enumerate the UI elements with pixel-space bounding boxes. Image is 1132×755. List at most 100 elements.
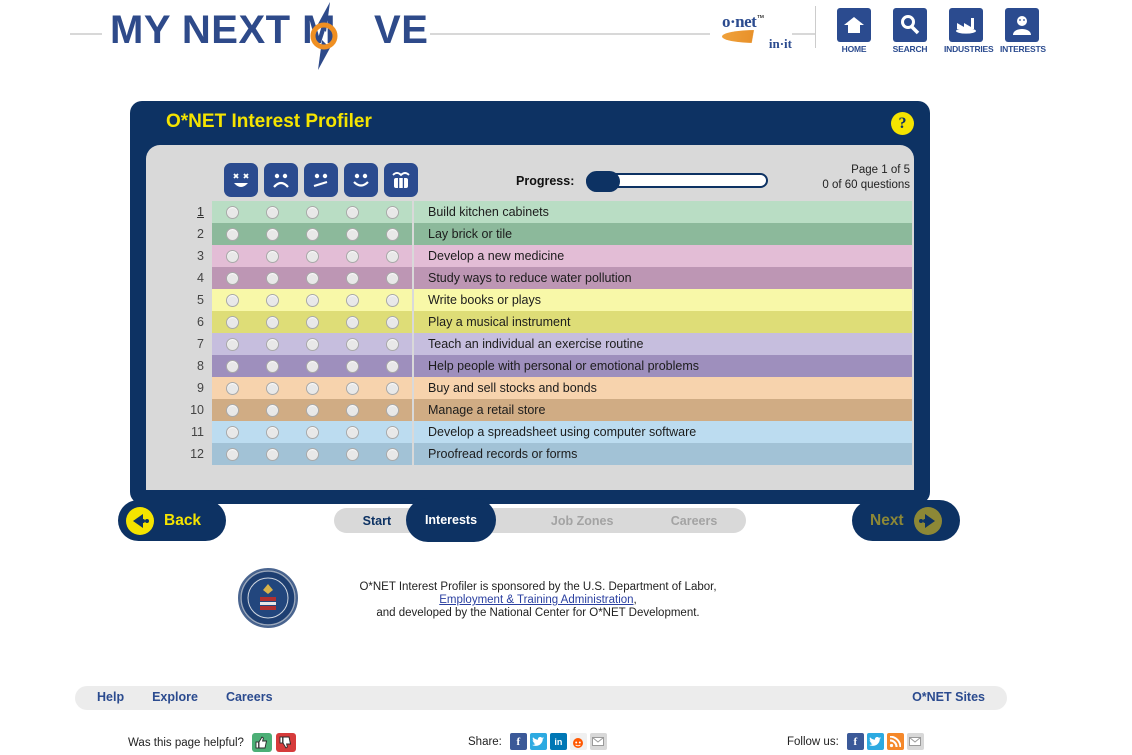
rating-option-1[interactable] bbox=[212, 289, 252, 311]
twitter-icon[interactable] bbox=[529, 733, 547, 750]
rating-option-4[interactable] bbox=[332, 421, 372, 443]
rating-option-5[interactable] bbox=[372, 333, 412, 355]
wizard-step-job-zones[interactable]: Job Zones bbox=[522, 514, 642, 528]
rating-option-3[interactable] bbox=[292, 443, 332, 465]
rating-option-5[interactable] bbox=[372, 223, 412, 245]
onet-sites-link[interactable]: O*NET Sites bbox=[912, 690, 985, 704]
radio-button[interactable] bbox=[305, 337, 319, 351]
rating-option-5[interactable] bbox=[372, 443, 412, 465]
rating-option-4[interactable] bbox=[332, 443, 372, 465]
rating-option-1[interactable] bbox=[212, 245, 252, 267]
nav-item-interests[interactable]: INTERESTS bbox=[1000, 8, 1046, 54]
radio-button[interactable] bbox=[265, 315, 279, 329]
rating-option-1[interactable] bbox=[212, 443, 252, 465]
like-face-icon[interactable] bbox=[344, 163, 378, 197]
rss-icon[interactable] bbox=[886, 733, 904, 750]
radio-button[interactable] bbox=[345, 293, 359, 307]
radio-button[interactable] bbox=[305, 205, 319, 219]
rating-option-3[interactable] bbox=[292, 333, 332, 355]
radio-button[interactable] bbox=[265, 205, 279, 219]
wizard-step-careers[interactable]: Careers bbox=[642, 514, 746, 528]
radio-button[interactable] bbox=[345, 403, 359, 417]
facebook-icon[interactable]: f bbox=[846, 733, 864, 750]
radio-button[interactable] bbox=[305, 227, 319, 241]
radio-button[interactable] bbox=[305, 249, 319, 263]
rating-option-2[interactable] bbox=[252, 311, 292, 333]
radio-button[interactable] bbox=[305, 447, 319, 461]
radio-button[interactable] bbox=[225, 447, 239, 461]
reddit-icon[interactable] bbox=[569, 733, 587, 750]
radio-button[interactable] bbox=[385, 227, 399, 241]
rating-option-3[interactable] bbox=[292, 421, 332, 443]
rating-option-5[interactable] bbox=[372, 201, 412, 223]
rating-option-4[interactable] bbox=[332, 355, 372, 377]
radio-button[interactable] bbox=[265, 381, 279, 395]
rating-option-1[interactable] bbox=[212, 333, 252, 355]
radio-button[interactable] bbox=[305, 359, 319, 373]
rating-option-3[interactable] bbox=[292, 377, 332, 399]
onet-logo[interactable]: o·net™ in·it bbox=[722, 12, 792, 52]
radio-button[interactable] bbox=[225, 425, 239, 439]
rating-option-4[interactable] bbox=[332, 289, 372, 311]
radio-button[interactable] bbox=[345, 425, 359, 439]
radio-button[interactable] bbox=[385, 381, 399, 395]
footer-link-explore[interactable]: Explore bbox=[152, 690, 198, 704]
rating-option-4[interactable] bbox=[332, 377, 372, 399]
radio-button[interactable] bbox=[265, 227, 279, 241]
radio-button[interactable] bbox=[385, 315, 399, 329]
thumbs-down-icon[interactable] bbox=[275, 733, 296, 752]
rating-option-5[interactable] bbox=[372, 245, 412, 267]
radio-button[interactable] bbox=[385, 271, 399, 285]
rating-option-5[interactable] bbox=[372, 289, 412, 311]
nav-item-search[interactable]: SEARCH bbox=[888, 8, 932, 54]
radio-button[interactable] bbox=[385, 425, 399, 439]
rating-option-5[interactable] bbox=[372, 421, 412, 443]
rating-option-3[interactable] bbox=[292, 267, 332, 289]
radio-button[interactable] bbox=[225, 227, 239, 241]
rating-option-1[interactable] bbox=[212, 377, 252, 399]
rating-option-1[interactable] bbox=[212, 223, 252, 245]
radio-button[interactable] bbox=[345, 381, 359, 395]
rating-option-2[interactable] bbox=[252, 377, 292, 399]
radio-button[interactable] bbox=[385, 447, 399, 461]
wizard-step-interests[interactable]: Interests bbox=[406, 498, 496, 542]
radio-button[interactable] bbox=[345, 337, 359, 351]
radio-button[interactable] bbox=[385, 337, 399, 351]
rating-option-4[interactable] bbox=[332, 245, 372, 267]
radio-button[interactable] bbox=[225, 249, 239, 263]
radio-button[interactable] bbox=[345, 447, 359, 461]
rating-option-3[interactable] bbox=[292, 201, 332, 223]
radio-button[interactable] bbox=[345, 315, 359, 329]
radio-button[interactable] bbox=[345, 249, 359, 263]
rating-option-2[interactable] bbox=[252, 333, 292, 355]
rating-option-2[interactable] bbox=[252, 399, 292, 421]
radio-button[interactable] bbox=[385, 249, 399, 263]
strongly-dislike-face-icon[interactable] bbox=[224, 163, 258, 197]
radio-button[interactable] bbox=[305, 293, 319, 307]
radio-button[interactable] bbox=[385, 205, 399, 219]
rating-option-2[interactable] bbox=[252, 443, 292, 465]
rating-option-2[interactable] bbox=[252, 267, 292, 289]
radio-button[interactable] bbox=[265, 337, 279, 351]
twitter-icon[interactable] bbox=[866, 733, 884, 750]
rating-option-4[interactable] bbox=[332, 311, 372, 333]
radio-button[interactable] bbox=[305, 381, 319, 395]
radio-button[interactable] bbox=[225, 381, 239, 395]
radio-button[interactable] bbox=[225, 293, 239, 307]
radio-button[interactable] bbox=[225, 271, 239, 285]
rating-option-2[interactable] bbox=[252, 421, 292, 443]
rating-option-2[interactable] bbox=[252, 289, 292, 311]
linkedin-icon[interactable]: in bbox=[549, 733, 567, 750]
rating-option-4[interactable] bbox=[332, 399, 372, 421]
rating-option-5[interactable] bbox=[372, 355, 412, 377]
back-button[interactable]: Back bbox=[118, 500, 226, 541]
thumbs-up-icon[interactable] bbox=[251, 733, 272, 752]
radio-button[interactable] bbox=[225, 359, 239, 373]
rating-option-1[interactable] bbox=[212, 399, 252, 421]
strongly-like-face-icon[interactable] bbox=[384, 163, 418, 197]
radio-button[interactable] bbox=[225, 205, 239, 219]
rating-option-3[interactable] bbox=[292, 311, 332, 333]
rating-option-1[interactable] bbox=[212, 311, 252, 333]
rating-option-4[interactable] bbox=[332, 223, 372, 245]
nav-item-home[interactable]: HOME bbox=[832, 8, 876, 54]
